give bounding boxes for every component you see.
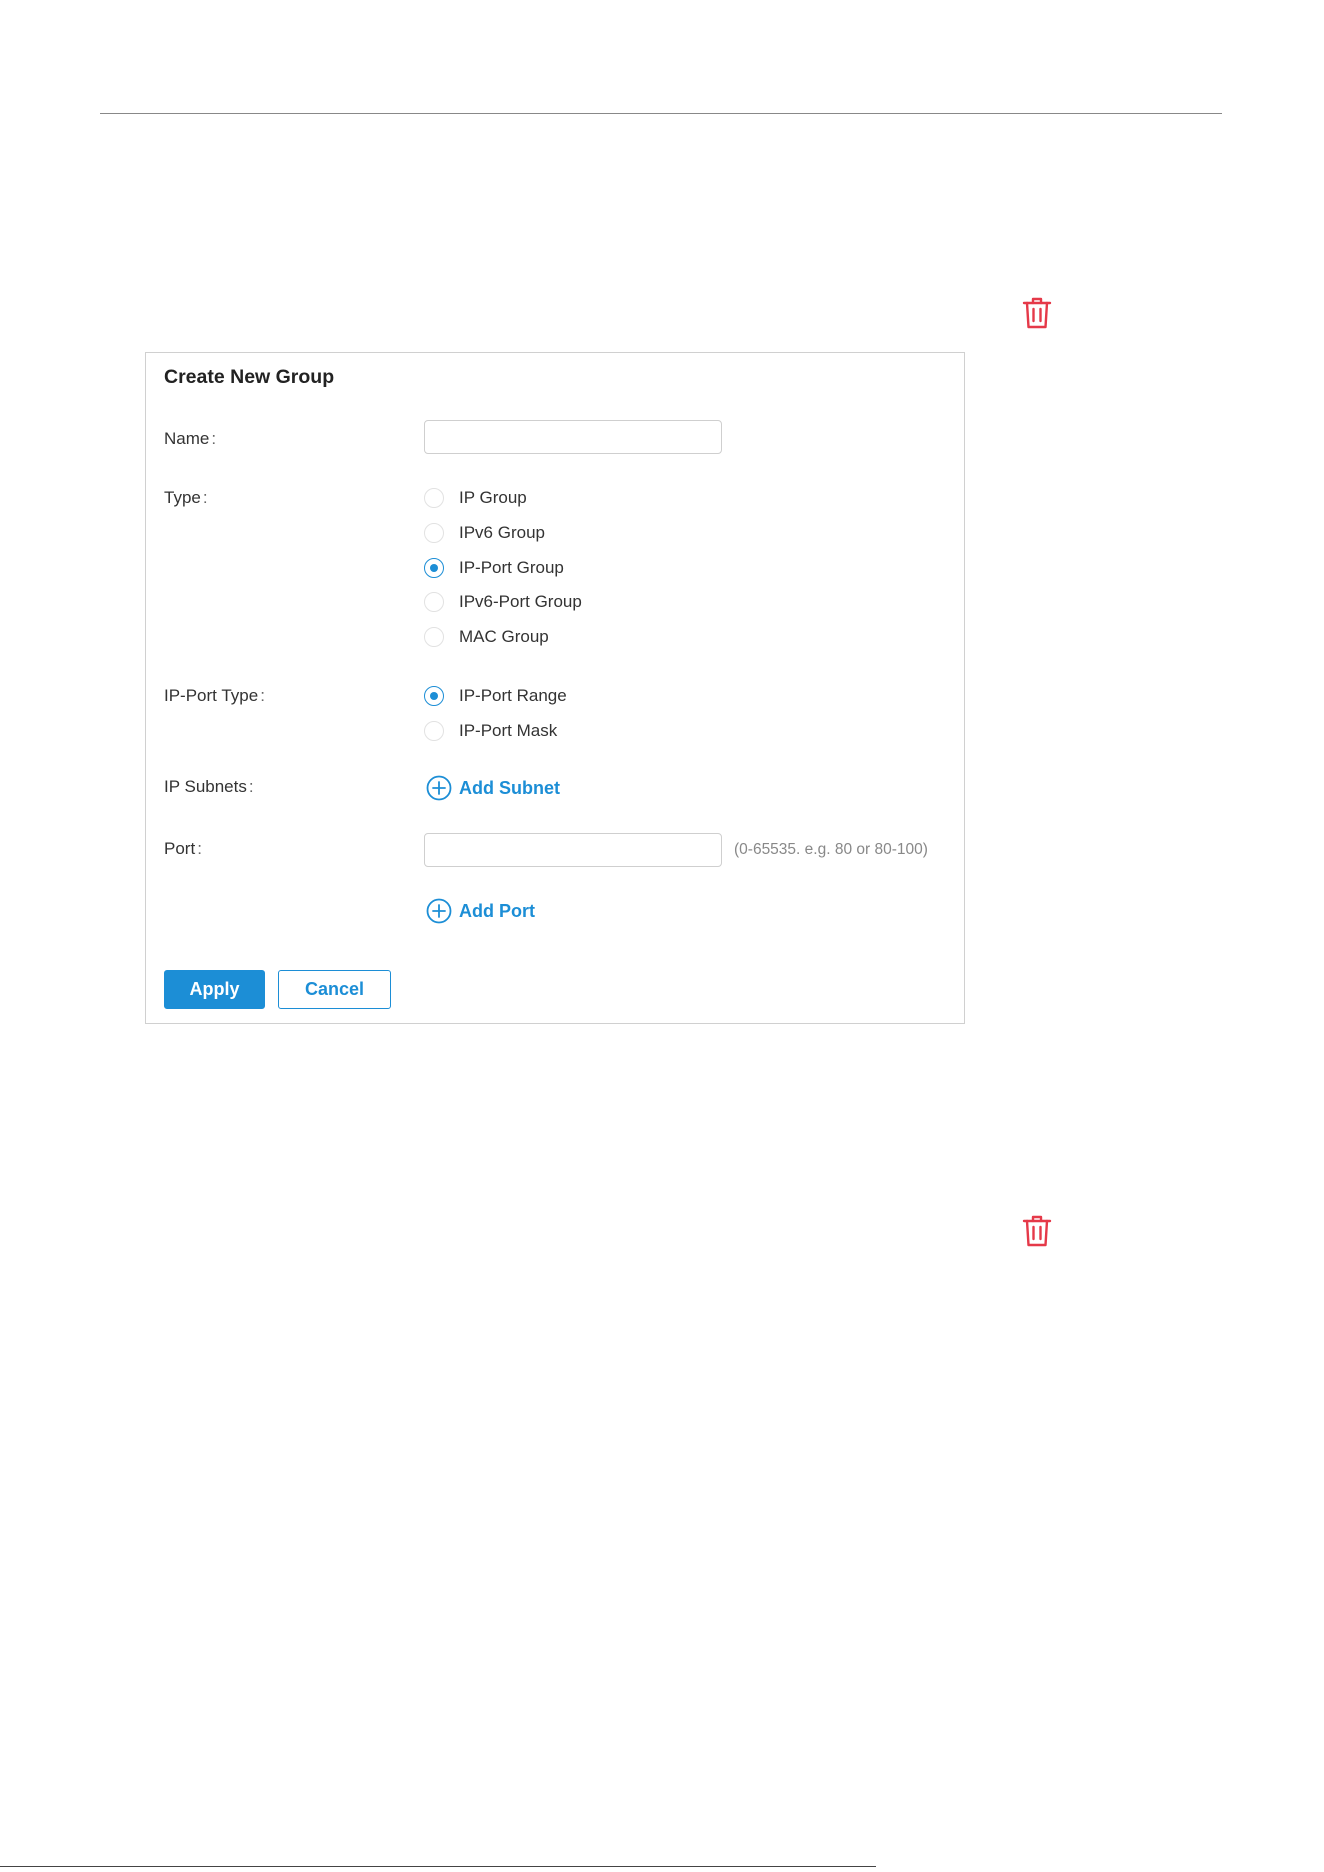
radio-button[interactable] [424, 627, 444, 647]
port-label: Port: [164, 839, 202, 858]
port-input[interactable] [424, 833, 722, 867]
radio-button-selected[interactable] [424, 558, 444, 578]
type-label: Type: [164, 488, 208, 507]
cancel-button[interactable]: Cancel [278, 970, 391, 1009]
type-option-ip-group[interactable]: IP Group [424, 486, 527, 510]
plus-circle-icon [426, 775, 452, 801]
header-divider [100, 113, 1222, 114]
ip-port-type-option-mask[interactable]: IP-Port Mask [424, 719, 557, 743]
trash-icon[interactable] [1022, 1214, 1052, 1248]
add-subnet-button[interactable]: Add Subnet [426, 775, 560, 801]
radio-button[interactable] [424, 488, 444, 508]
type-option-mac-group[interactable]: MAC Group [424, 625, 549, 649]
panel-title: Create New Group [164, 366, 335, 388]
apply-button[interactable]: Apply [164, 970, 265, 1009]
ip-subnets-label: IP Subnets: [164, 777, 254, 796]
radio-button[interactable] [424, 592, 444, 612]
port-hint: (0-65535. e.g. 80 or 80-100) [734, 841, 928, 858]
ip-port-type-option-range[interactable]: IP-Port Range [424, 684, 567, 708]
radio-button[interactable] [424, 721, 444, 741]
create-group-panel: Create New Group Name: Type: IP Group IP… [145, 352, 965, 1024]
radio-button[interactable] [424, 523, 444, 543]
name-input[interactable] [424, 420, 722, 454]
add-port-button[interactable]: Add Port [426, 898, 535, 924]
type-option-ipv6-port-group[interactable]: IPv6-Port Group [424, 590, 582, 614]
radio-button-selected[interactable] [424, 686, 444, 706]
name-label: Name: [164, 429, 217, 448]
ip-port-type-label: IP-Port Type: [164, 686, 265, 705]
trash-icon[interactable] [1022, 296, 1052, 330]
footer-divider [0, 1866, 876, 1867]
type-option-ip-port-group[interactable]: IP-Port Group [424, 556, 564, 580]
plus-circle-icon [426, 898, 452, 924]
type-option-ipv6-group[interactable]: IPv6 Group [424, 521, 545, 545]
